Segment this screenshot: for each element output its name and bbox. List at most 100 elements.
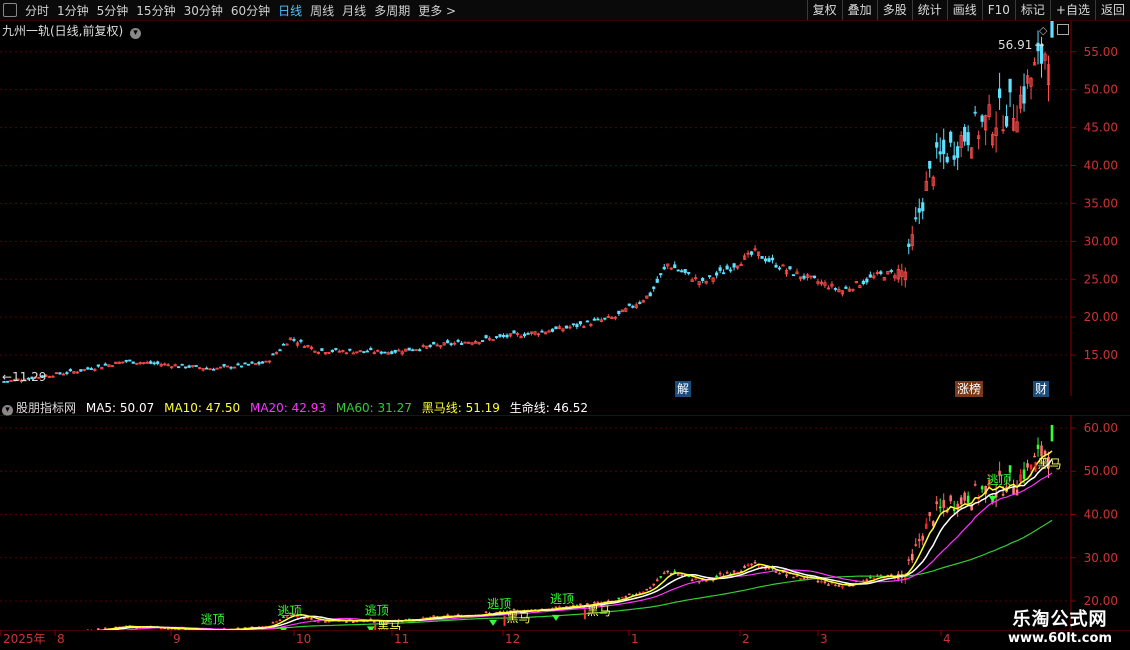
candle bbox=[58, 372, 62, 375]
candle bbox=[103, 363, 107, 366]
candle bbox=[96, 364, 100, 367]
candle bbox=[952, 155, 956, 160]
candle bbox=[917, 208, 921, 213]
candle bbox=[683, 269, 687, 273]
tab-period-9[interactable]: 多周期 bbox=[370, 2, 414, 19]
indicator-bar bbox=[1012, 487, 1015, 495]
indicator-bar bbox=[799, 578, 802, 580]
candle bbox=[456, 339, 460, 342]
tab-period-7[interactable]: 周线 bbox=[306, 2, 338, 19]
candle bbox=[393, 349, 397, 353]
toolbar-button-2[interactable]: 多股 bbox=[876, 0, 912, 20]
toolbar-button-5[interactable]: F10 bbox=[981, 0, 1015, 20]
toolbar-button-7[interactable]: +自选 bbox=[1049, 0, 1095, 20]
candle bbox=[250, 361, 254, 364]
x-tick-label: 8 bbox=[57, 632, 65, 646]
indicator-bar bbox=[621, 596, 624, 599]
indicator-bar bbox=[718, 572, 722, 575]
tag-gainers[interactable]: 涨榜 bbox=[955, 381, 984, 397]
tab-period-10[interactable]: 更多 > bbox=[414, 2, 460, 19]
indicator-bar bbox=[935, 501, 939, 505]
y-tick-label: 30.00 bbox=[1084, 551, 1118, 565]
indicator-bar bbox=[869, 576, 872, 579]
x-tick-label: 2 bbox=[742, 632, 750, 646]
candle bbox=[596, 318, 600, 321]
layout-icon[interactable] bbox=[3, 3, 17, 17]
candle bbox=[526, 333, 530, 335]
candle bbox=[205, 367, 209, 370]
tab-period-4[interactable]: 30分钟 bbox=[180, 2, 227, 19]
toolbar-button-0[interactable]: 复权 bbox=[806, 0, 842, 20]
candle bbox=[998, 88, 1002, 99]
signal-black-horse: 黑马 bbox=[1038, 457, 1062, 471]
indicator-bar bbox=[785, 574, 788, 577]
candle bbox=[1050, 21, 1054, 38]
tab-period-0[interactable]: 分时 bbox=[21, 2, 53, 19]
candle bbox=[802, 275, 806, 279]
candle bbox=[676, 269, 680, 272]
candle bbox=[770, 257, 775, 261]
y-tick-label: 20.00 bbox=[1084, 310, 1118, 324]
candle bbox=[631, 305, 635, 308]
indicator-bar bbox=[690, 579, 694, 582]
indicator-bar bbox=[725, 571, 729, 574]
candle bbox=[292, 339, 296, 341]
toolbar-button-4[interactable]: 画线 bbox=[946, 0, 982, 20]
tab-period-8[interactable]: 月线 bbox=[338, 2, 370, 19]
candle bbox=[362, 351, 366, 353]
tag-unlock[interactable]: 解 bbox=[675, 381, 692, 397]
candle bbox=[68, 369, 72, 372]
period-tabs: 分时 1分钟 5分钟 15分钟 30分钟 60分钟 日线 周线 月线 多周期 更多 > bbox=[21, 2, 460, 19]
tab-period-3[interactable]: 15分钟 bbox=[132, 2, 179, 19]
candle bbox=[334, 348, 338, 350]
indicator-chart[interactable]: 60.0050.0040.0030.0020.00逃顶逃顶 逃顶 逃顶 逃顶逃顶黑马黑… bbox=[0, 415, 1130, 630]
candle bbox=[494, 336, 499, 338]
indicator-bar bbox=[680, 574, 684, 577]
watermark-name: 乐淘公式网 bbox=[1012, 609, 1108, 630]
price-chart[interactable]: 55.00 50.00 45.00 40.00 35.00 30.00 25.00 20.00… bbox=[0, 21, 1130, 396]
indicator-bar bbox=[432, 615, 435, 617]
toolbar-button-8[interactable]: 返回 bbox=[1094, 0, 1130, 20]
candle bbox=[627, 303, 631, 306]
y-tick-label: 35.00 bbox=[1084, 196, 1118, 210]
indicator-bar bbox=[820, 581, 823, 583]
indicator-bar bbox=[372, 621, 376, 623]
indicator-bar bbox=[1019, 474, 1022, 482]
candle bbox=[449, 343, 453, 346]
candle bbox=[935, 142, 939, 148]
indicator-bar bbox=[792, 576, 795, 579]
tab-period-6[interactable]: 日线 bbox=[274, 2, 306, 19]
indicator-bar bbox=[980, 486, 984, 490]
tab-period-2[interactable]: 5分钟 bbox=[93, 2, 133, 19]
candle bbox=[128, 359, 132, 362]
tab-period-1[interactable]: 1分钟 bbox=[53, 2, 93, 19]
candle bbox=[156, 361, 160, 365]
candle bbox=[379, 351, 383, 354]
candle bbox=[418, 349, 422, 352]
indicator-bar bbox=[949, 495, 952, 502]
signal-escape-top: 逃顶 bbox=[365, 603, 389, 617]
high-label: 56.91 → bbox=[998, 38, 1045, 52]
indicator-bar bbox=[1001, 494, 1005, 496]
toolbar-button-6[interactable]: 标记 bbox=[1014, 0, 1050, 20]
candle bbox=[945, 156, 949, 163]
indicator-bar bbox=[966, 495, 970, 503]
date-axis: 2025年 8 9 10 11 12 1 2 3 4 bbox=[0, 630, 1130, 646]
candle bbox=[928, 160, 932, 169]
candle bbox=[921, 202, 925, 212]
tag-finance[interactable]: 财 bbox=[1033, 381, 1050, 397]
candle bbox=[194, 365, 198, 367]
indicator-bar bbox=[676, 574, 680, 576]
indicator-bar bbox=[484, 611, 488, 614]
toolbar-button-3[interactable]: 统计 bbox=[911, 0, 947, 20]
indicator-bar bbox=[938, 506, 942, 509]
indicator-bar bbox=[624, 596, 628, 598]
x-tick-label: 2025年 bbox=[3, 632, 46, 646]
candle bbox=[383, 351, 387, 354]
signal-escape-top: 逃顶 bbox=[201, 613, 225, 627]
indicator-bar bbox=[1022, 469, 1026, 479]
x-tick-label: 3 bbox=[820, 632, 828, 646]
tab-period-5[interactable]: 60分钟 bbox=[227, 2, 274, 19]
indicator-bar bbox=[310, 618, 313, 620]
toolbar-button-1[interactable]: 叠加 bbox=[841, 0, 877, 20]
